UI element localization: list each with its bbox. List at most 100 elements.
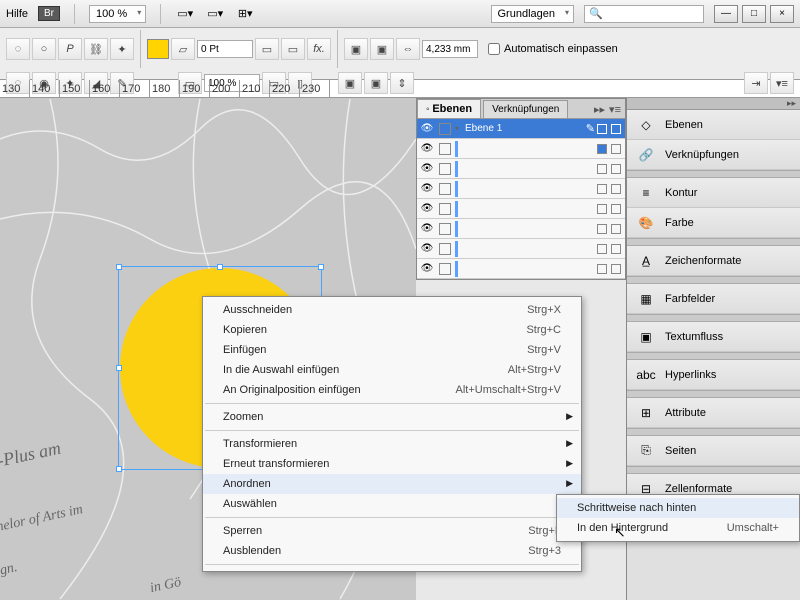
view-mode-icon-3[interactable]: ⊞▾ [235,4,255,24]
layer-row[interactable]: 👁 [417,179,625,199]
lock-box[interactable] [439,123,451,135]
maximize-button[interactable]: □ [742,5,766,23]
tool-icon[interactable]: ✦ [110,38,134,60]
fit-icon[interactable]: ▣ [338,72,362,94]
dock-item-verknüpfungen[interactable]: 🔗Verknüpfungen [627,140,800,170]
tool-icon[interactable]: ⛓ [84,38,108,60]
layer-row[interactable]: 👁 [417,139,625,159]
dock-item-hyperlinks[interactable]: abcHyperlinks [627,360,800,390]
tab-layers[interactable]: ◦ Ebenen [417,99,481,118]
selection-handle[interactable] [217,264,223,270]
cm-transform[interactable]: Transformieren▶ [203,434,581,454]
menu-help[interactable]: Hilfe [6,8,28,20]
sm-send-to-back[interactable]: In den HintergrundUmschalt+ [557,518,799,538]
visibility-icon[interactable]: 👁 [419,143,435,154]
cm-zoom[interactable]: Zoomen▶ [203,407,581,427]
target-box[interactable] [597,164,607,174]
visibility-icon[interactable]: 👁 [419,263,435,274]
target-box[interactable] [597,144,607,154]
bridge-badge[interactable]: Br [38,6,60,21]
tool-icon[interactable]: ◌ [6,38,30,60]
fit-icon[interactable]: ▣ [370,38,394,60]
select-box[interactable] [611,224,621,234]
tool-icon[interactable]: ▭ [255,38,279,60]
fit-icon[interactable]: ⇔ [396,38,420,60]
select-box[interactable] [611,124,621,134]
dock-item-textumfluss[interactable]: ▣Textumfluss [627,322,800,352]
target-box[interactable] [597,224,607,234]
workspace-dropdown[interactable]: Grundlagen [491,5,575,23]
select-box[interactable] [611,264,621,274]
dock-item-ebenen[interactable]: ◇Ebenen [627,110,800,140]
layer-row[interactable]: 👁 [417,199,625,219]
dock-item-farbfelder[interactable]: ▦Farbfelder [627,284,800,314]
lock-box[interactable] [439,183,451,195]
close-button[interactable]: × [770,5,794,23]
target-box[interactable] [597,244,607,254]
lock-box[interactable] [439,163,451,175]
search-input[interactable]: 🔍 [584,5,704,23]
target-box[interactable] [597,184,607,194]
selection-handle[interactable] [318,264,324,270]
select-box[interactable] [611,184,621,194]
cm-paste-into[interactable]: In die Auswahl einfügenAlt+Strg+V [203,360,581,380]
cm-copy[interactable]: KopierenStrg+C [203,320,581,340]
layer-row[interactable]: 👁 [417,239,625,259]
layer-row[interactable]: 👁 [417,159,625,179]
cm-paste-inplace[interactable]: An Originalposition einfügenAlt+Umschalt… [203,380,581,400]
stroke-weight-input[interactable] [197,40,253,58]
visibility-icon[interactable]: 👁 [419,203,435,214]
zoom-dropdown[interactable]: 100 % [89,5,146,23]
view-mode-icon-2[interactable]: ▭▾ [205,4,225,24]
dock-item-seiten[interactable]: ⎘Seiten [627,436,800,466]
menu-icon[interactable]: ▾≡ [770,72,794,94]
layer-row[interactable]: 👁▾Ebene 1✎ [417,119,625,139]
view-mode-icon-1[interactable]: ▭▾ [175,4,195,24]
visibility-icon[interactable]: 👁 [419,183,435,194]
visibility-icon[interactable]: 👁 [419,223,435,234]
tab-links[interactable]: Verknüpfungen [483,100,568,118]
measure-input[interactable] [422,40,478,58]
lock-box[interactable] [439,203,451,215]
target-box[interactable] [597,264,607,274]
tool-icon[interactable]: ○ [32,38,56,60]
lock-box[interactable] [439,143,451,155]
cm-retransform[interactable]: Erneut transformieren▶ [203,454,581,474]
fx-icon[interactable]: fx. [307,38,331,60]
sm-send-backward[interactable]: Schrittweise nach hinten [557,498,799,518]
autofit-check[interactable] [488,43,500,55]
select-box[interactable] [611,244,621,254]
panel-collapse-icon[interactable]: ▸▸ [594,103,605,116]
panel-menu-icon[interactable]: ▾≡ [609,103,621,116]
select-box[interactable] [611,204,621,214]
dock-item-zeichenformate[interactable]: A̲Zeichenformate [627,246,800,276]
dock-item-farbe[interactable]: 🎨Farbe [627,208,800,238]
layer-row[interactable]: 👁 [417,259,625,279]
minimize-button[interactable]: — [714,5,738,23]
tool-icon[interactable]: P [58,38,82,60]
select-box[interactable] [611,164,621,174]
visibility-icon[interactable]: 👁 [419,243,435,254]
dock-item-attribute[interactable]: ⊞Attribute [627,398,800,428]
selection-handle[interactable] [116,365,122,371]
flyout-icon[interactable]: ⇥ [744,72,768,94]
stroke-swatch[interactable]: ▱ [171,38,195,60]
cm-cut[interactable]: AusschneidenStrg+X [203,300,581,320]
target-box[interactable] [597,124,607,134]
fit-icon[interactable]: ▣ [344,38,368,60]
autofit-checkbox[interactable]: Automatisch einpassen [488,43,618,55]
selection-handle[interactable] [116,264,122,270]
cm-select[interactable]: Auswählen▶ [203,494,581,514]
select-box[interactable] [611,144,621,154]
cm-lock[interactable]: SperrenStrg+L [203,521,581,541]
fill-swatch[interactable] [147,39,169,59]
layer-row[interactable]: 👁 [417,219,625,239]
cm-arrange[interactable]: Anordnen▶ [203,474,581,494]
cm-paste[interactable]: EinfügenStrg+V [203,340,581,360]
selection-handle[interactable] [116,466,122,472]
visibility-icon[interactable]: 👁 [419,123,435,134]
tool-icon[interactable]: ▭ [281,38,305,60]
fit-icon[interactable]: ⇕ [390,72,414,94]
dock-item-kontur[interactable]: ≡Kontur [627,178,800,208]
fit-icon[interactable]: ▣ [364,72,388,94]
